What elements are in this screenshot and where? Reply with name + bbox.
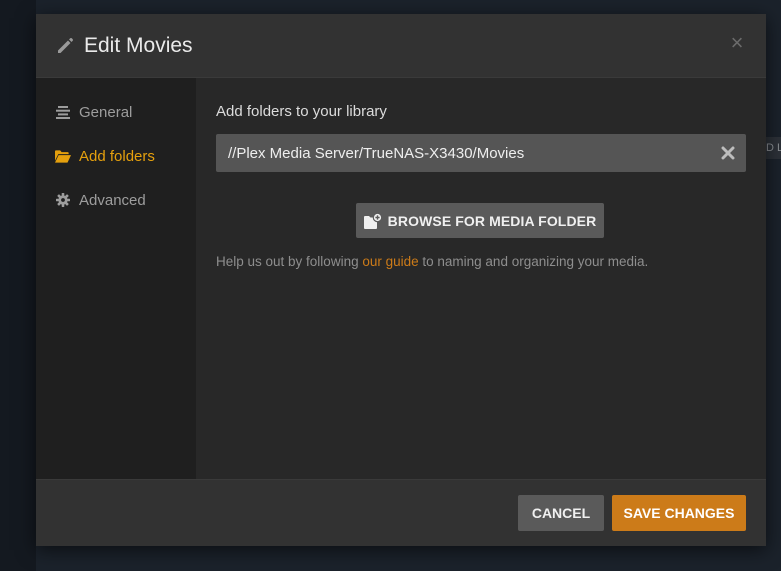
modal-footer: CANCEL SAVE CHANGES [36,479,766,546]
save-changes-button[interactable]: SAVE CHANGES [612,495,746,531]
help-text: Help us out by following our guide to na… [216,254,746,269]
sidebar-item-add-folders[interactable]: Add folders [36,134,196,178]
folder-icon [55,148,71,164]
gear-icon [55,192,71,208]
sidebar-item-advanced[interactable]: Advanced [36,178,196,222]
close-icon[interactable]: × [728,32,746,54]
help-text-suffix: to naming and organizing your media. [418,254,649,269]
pencil-icon [55,36,75,56]
help-text-prefix: Help us out by following [216,254,363,269]
browse-wrap: BROWSE FOR MEDIA FOLDER [216,203,746,238]
folder-entry: //Plex Media Server/TrueNAS-X3430/Movies [216,134,746,172]
sidebar-item-label: Add folders [79,147,155,165]
modal-body: General Add folders Advanced Add folders… [36,78,766,479]
add-folders-panel: Add folders to your library //Plex Media… [196,78,766,479]
browse-for-media-folder-button[interactable]: BROWSE FOR MEDIA FOLDER [356,203,604,238]
sidebar-item-general[interactable]: General [36,90,196,134]
sidebar-item-label: Advanced [79,191,146,209]
modal-header: Edit Movies × [36,14,766,78]
general-icon [55,104,71,120]
browse-button-label: BROWSE FOR MEDIA FOLDER [387,212,597,229]
section-label: Add folders to your library [216,103,387,120]
background-left-edge [0,0,36,571]
folder-path: //Plex Media Server/TrueNAS-X3430/Movies [228,144,525,162]
sidebar-item-label: General [79,103,133,121]
modal-sidebar: General Add folders Advanced [36,78,196,479]
modal-title: Edit Movies [84,33,193,57]
edit-library-modal: Edit Movies × General Add folders Advanc… [36,14,766,546]
remove-folder-icon[interactable] [719,144,737,162]
guide-link[interactable]: our guide [362,254,418,269]
add-folder-icon [363,212,382,229]
cancel-button[interactable]: CANCEL [518,495,604,531]
